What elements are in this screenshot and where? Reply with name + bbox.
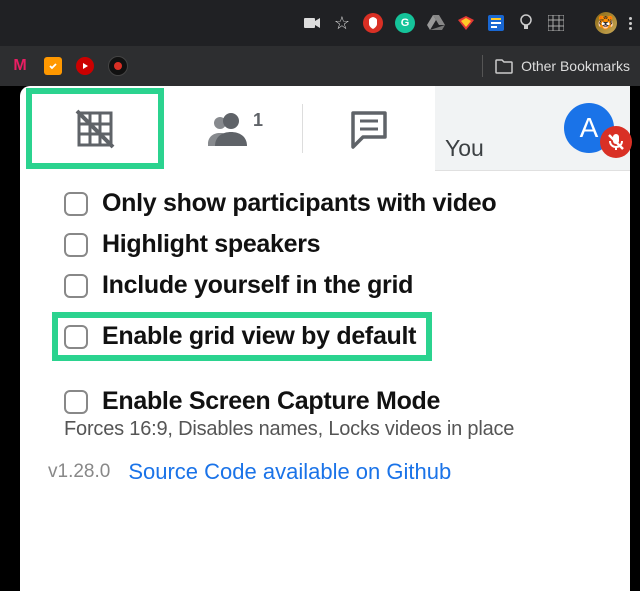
tab-grid[interactable] xyxy=(20,86,170,171)
option-screen-capture[interactable]: Enable Screen Capture Mode xyxy=(64,387,606,416)
checkbox[interactable] xyxy=(64,233,88,257)
other-bookmarks-button[interactable]: Other Bookmarks xyxy=(482,55,630,77)
ext-drive-icon[interactable] xyxy=(427,14,445,32)
option-label: Enable grid view by default xyxy=(102,322,416,351)
browser-toolbar: ☆ G 🐯 xyxy=(0,0,640,46)
checkbox[interactable] xyxy=(64,325,88,349)
you-label: You xyxy=(445,135,484,162)
option-label: Highlight speakers xyxy=(102,230,320,259)
option-label: Enable Screen Capture Mode xyxy=(102,387,440,416)
ext-bulb-icon[interactable] xyxy=(517,14,535,32)
ext-adblock-icon[interactable] xyxy=(363,13,383,33)
people-icon: 1 xyxy=(207,108,265,150)
option-label: Only show participants with video xyxy=(102,189,496,218)
option-label: Include yourself in the grid xyxy=(102,271,413,300)
highlight-box xyxy=(26,88,164,169)
settings-panel: 1 You A Only show participants with vide… xyxy=(20,86,630,591)
profile-avatar-icon[interactable]: 🐯 xyxy=(595,12,617,34)
option-enable-grid-default[interactable]: Enable grid view by default xyxy=(52,312,432,361)
bookmark-youtube-icon[interactable] xyxy=(76,57,94,75)
option-highlight-speakers[interactable]: Highlight speakers xyxy=(64,230,606,259)
bookmark-orange-icon[interactable] xyxy=(44,57,62,75)
ext-superhero-icon[interactable] xyxy=(457,14,475,32)
people-badge: 1 xyxy=(253,110,263,130)
muted-icon[interactable] xyxy=(600,126,632,158)
ext-grammarly-icon[interactable]: G xyxy=(395,13,415,33)
bookmark-dark-icon[interactable] xyxy=(108,56,128,76)
spacer xyxy=(577,14,583,32)
bookmarks-bar: M Other Bookmarks xyxy=(0,46,640,86)
bookmark-myntra-icon[interactable]: M xyxy=(10,56,30,76)
you-tile[interactable]: You A xyxy=(435,86,630,171)
footer: v1.28.0 Source Code available on Github xyxy=(20,441,630,485)
source-link[interactable]: Source Code available on Github xyxy=(128,459,451,485)
checkbox[interactable] xyxy=(64,390,88,414)
camera-icon[interactable] xyxy=(303,14,321,32)
tab-people[interactable]: 1 xyxy=(170,86,302,171)
other-bookmarks-label: Other Bookmarks xyxy=(521,58,630,74)
option-include-yourself[interactable]: Include yourself in the grid xyxy=(64,271,606,300)
tabs-row: 1 You A xyxy=(20,86,630,171)
folder-icon xyxy=(495,59,513,74)
browser-menu-icon[interactable] xyxy=(629,17,632,30)
checkbox[interactable] xyxy=(64,192,88,216)
ext-grid-icon[interactable] xyxy=(547,14,565,32)
options-list: Only show participants with video Highli… xyxy=(20,171,630,441)
option-only-video[interactable]: Only show participants with video xyxy=(64,189,606,218)
version-label: v1.28.0 xyxy=(48,461,110,483)
ext-reader-icon[interactable] xyxy=(487,14,505,32)
tab-chat[interactable] xyxy=(303,86,435,171)
chat-icon xyxy=(347,107,391,151)
option-sublabel: Forces 16:9, Disables names, Locks video… xyxy=(64,418,606,441)
checkbox[interactable] xyxy=(64,274,88,298)
star-icon[interactable]: ☆ xyxy=(333,14,351,32)
